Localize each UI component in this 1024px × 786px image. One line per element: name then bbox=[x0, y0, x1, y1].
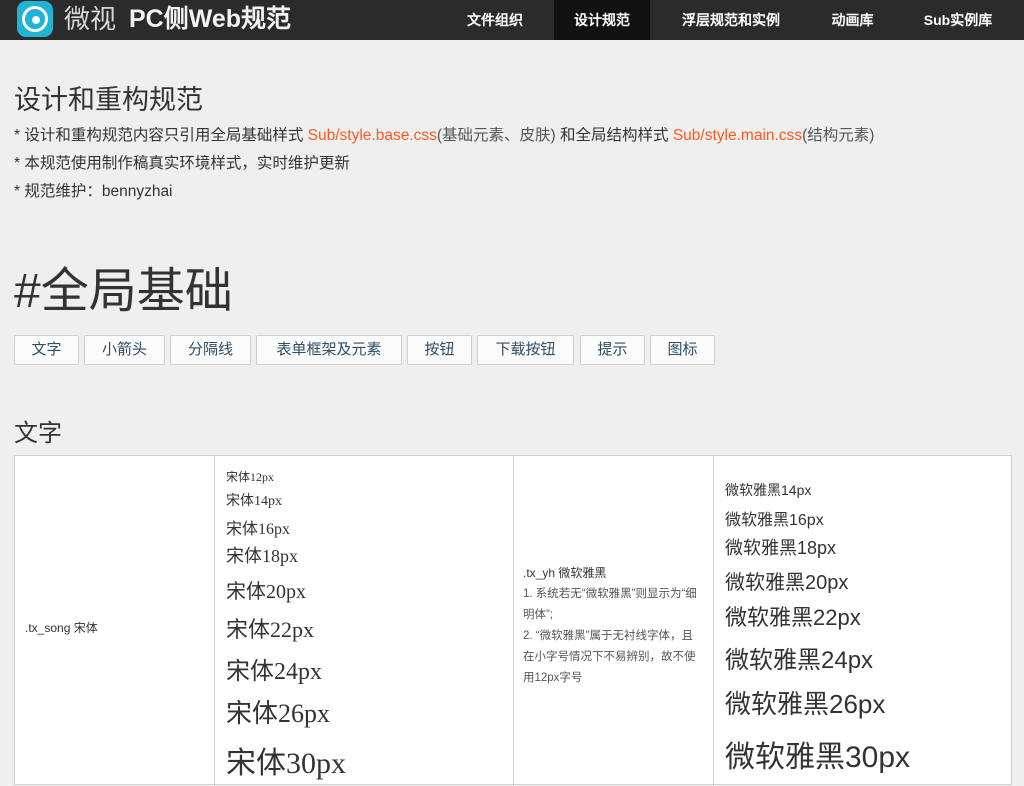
site-title: PC侧Web规范 bbox=[129, 5, 292, 33]
song-sample: 宋体30px bbox=[226, 747, 346, 780]
yh-class-label: .tx_yh 微软雅黑 bbox=[523, 566, 607, 580]
tag-button[interactable]: 按钮 bbox=[407, 335, 472, 365]
nav-item-design-spec[interactable]: 设计规范 bbox=[554, 0, 650, 40]
text-section-heading: 文字 bbox=[14, 420, 62, 447]
tag-icons[interactable]: 图标 bbox=[650, 335, 715, 365]
global-basics-heading: #全局基础 bbox=[14, 265, 233, 318]
note-text: * 设计和重构规范内容只引用全局基础样式 bbox=[14, 127, 308, 144]
yh-description-cell: .tx_yh 微软雅黑 1. 系统若无“微软雅黑”则显示为“细明体”; 2. “… bbox=[514, 456, 714, 786]
yh-description: .tx_yh 微软雅黑 1. 系统若无“微软雅黑”则显示为“细明体”; 2. “… bbox=[523, 563, 703, 689]
song-sample: 宋体12px bbox=[226, 470, 275, 484]
nav-item-file-organization[interactable]: 文件组织 bbox=[440, 0, 550, 40]
song-class-label: .tx_song 宋体 bbox=[25, 621, 98, 635]
tag-divider[interactable]: 分隔线 bbox=[170, 335, 251, 365]
yh-sample: 微软雅黑22px bbox=[725, 605, 861, 630]
base-css-link[interactable]: Sub/style.base.css bbox=[308, 127, 437, 144]
nav-item-layer-spec[interactable]: 浮层规范和实例 bbox=[661, 0, 801, 40]
song-sample: 宋体22px bbox=[226, 617, 315, 642]
song-sample: 宋体26px bbox=[226, 699, 331, 728]
intro-note-1: * 设计和重构规范内容只引用全局基础样式 Sub/style.base.css(… bbox=[14, 125, 874, 147]
brand-name[interactable]: 微视 bbox=[64, 4, 116, 34]
yh-samples-cell: 微软雅黑14px 微软雅黑16px 微软雅黑18px 微软雅黑20px 微软雅黑… bbox=[714, 456, 1011, 786]
yh-note-1: 1. 系统若无“微软雅黑”则显示为“细明体”; bbox=[523, 588, 697, 621]
tag-tips[interactable]: 提示 bbox=[580, 335, 645, 365]
yh-sample: 微软雅黑30px bbox=[725, 741, 911, 774]
intro-note-2: * 本规范使用制作稿真实环境样式，实时维护更新 bbox=[14, 155, 350, 172]
nav-item-sub-examples[interactable]: Sub实例库 bbox=[906, 0, 1010, 40]
page-heading: 设计和重构规范 bbox=[14, 85, 203, 115]
tag-form-elements[interactable]: 表单框架及元素 bbox=[256, 335, 402, 365]
yh-sample: 微软雅黑14px bbox=[725, 482, 812, 498]
yh-sample: 微软雅黑26px bbox=[725, 689, 886, 719]
intro-note-3: * 规范维护：bennyzhai bbox=[14, 183, 173, 200]
yh-sample: 微软雅黑18px bbox=[725, 538, 837, 558]
song-sample: 宋体18px bbox=[226, 546, 298, 566]
note-paren: (基础元素、皮肤) bbox=[436, 127, 556, 144]
song-label-cell: .tx_song 宋体 bbox=[15, 456, 215, 786]
song-sample: 宋体14px bbox=[226, 494, 282, 509]
song-sample: 宋体24px bbox=[226, 659, 322, 685]
song-sample: 宋体20px bbox=[226, 581, 306, 603]
song-sample: 宋体16px bbox=[226, 521, 291, 538]
yh-sample: 微软雅黑20px bbox=[725, 572, 849, 594]
main-css-link[interactable]: Sub/style.main.css bbox=[673, 127, 802, 144]
note-paren: (结构元素) bbox=[802, 127, 875, 144]
yh-sample: 微软雅黑24px bbox=[725, 647, 874, 674]
song-samples-cell: 宋体12px 宋体14px 宋体16px 宋体18px 宋体20px 宋体22p… bbox=[215, 456, 514, 786]
tag-text[interactable]: 文字 bbox=[14, 335, 79, 365]
tag-download-button[interactable]: 下载按钮 bbox=[477, 335, 574, 365]
note-text: 和全局结构样式 bbox=[555, 127, 673, 144]
top-bar: 微视 PC侧Web规范 文件组织 设计规范 浮层规范和实例 动画库 Sub实例库 bbox=[0, 0, 1024, 40]
nav-item-animation-lib[interactable]: 动画库 bbox=[810, 0, 895, 40]
logo-dot bbox=[32, 16, 40, 24]
font-table: .tx_song 宋体 宋体12px 宋体14px 宋体16px 宋体18px … bbox=[14, 455, 1012, 786]
tag-small-arrow[interactable]: 小箭头 bbox=[84, 335, 165, 365]
yh-sample: 微软雅黑16px bbox=[725, 512, 824, 529]
weishi-logo-icon[interactable] bbox=[17, 1, 53, 37]
yh-note-2: 2. “微软雅黑”属于无衬线字体，且在小字号情况下不易辨别，故不使用12px字号 bbox=[523, 630, 696, 684]
